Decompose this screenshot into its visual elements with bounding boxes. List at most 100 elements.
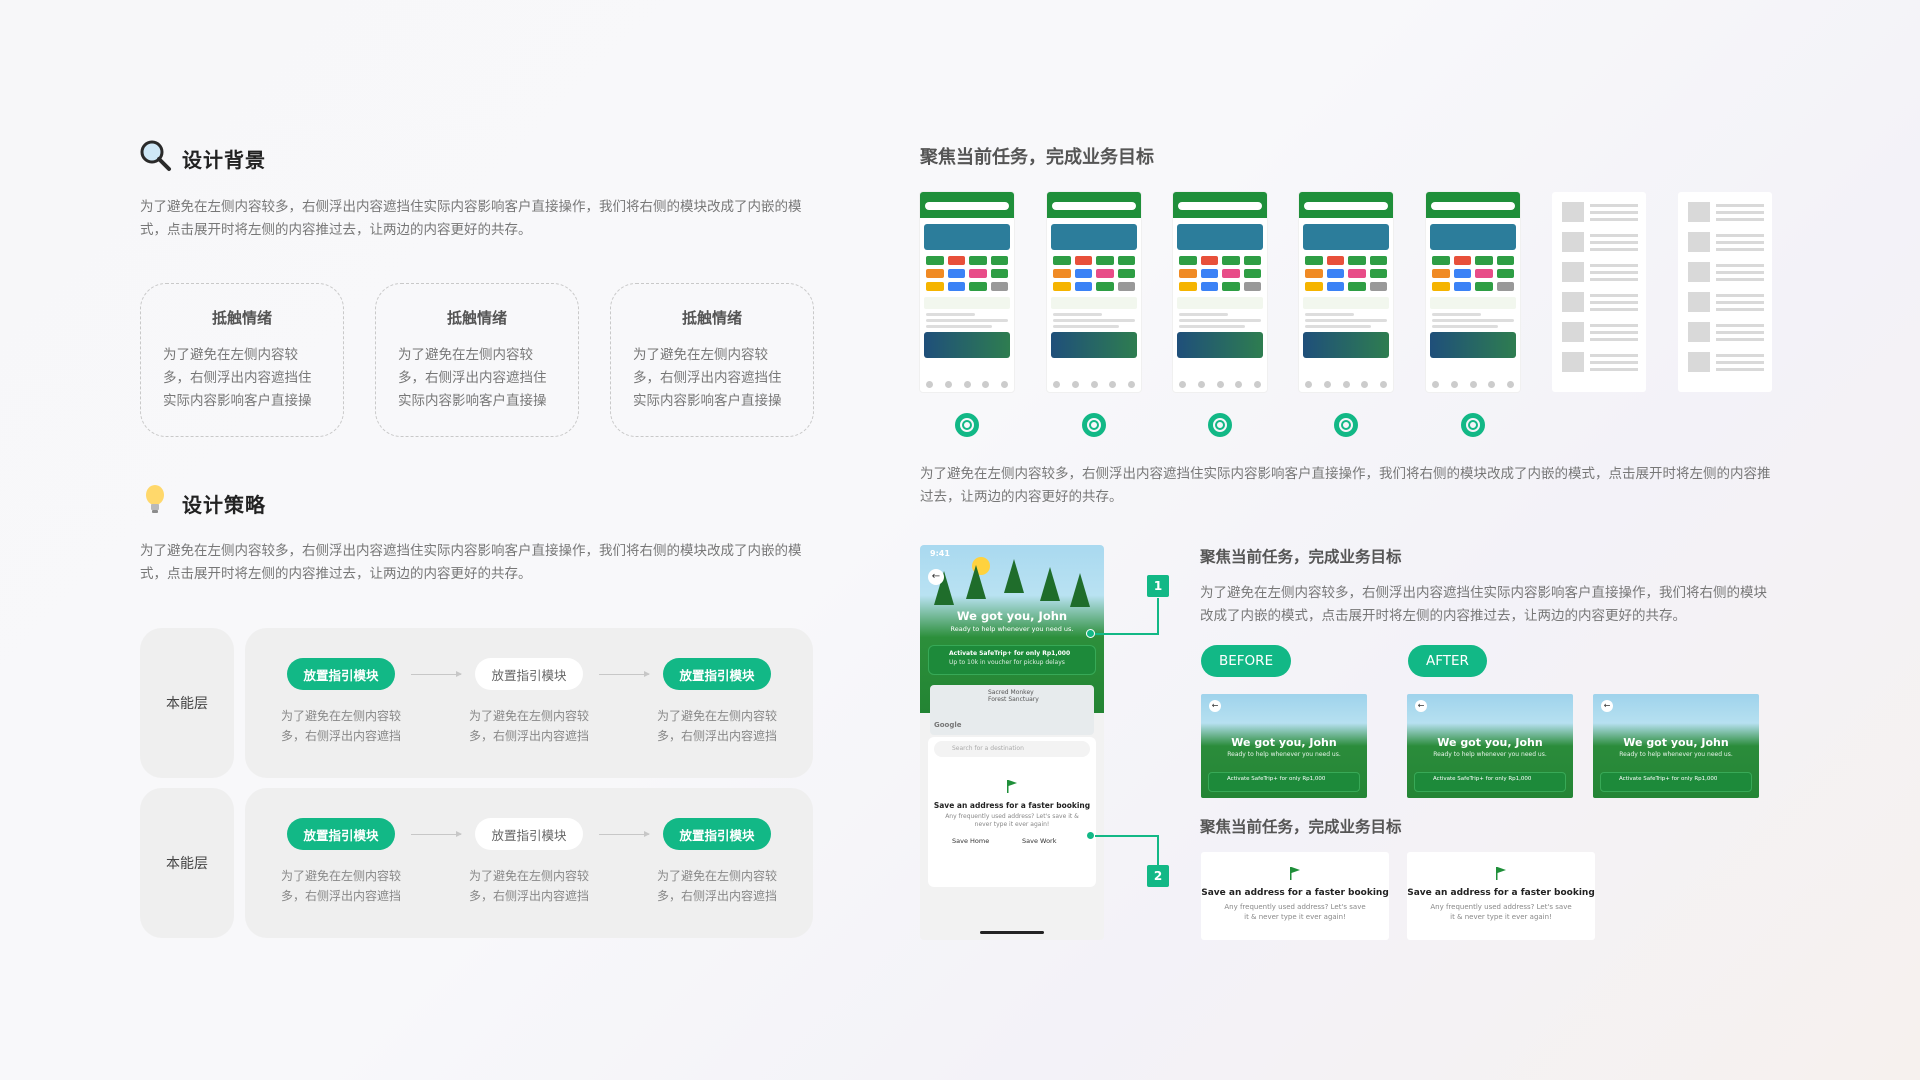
section-title-background: 设计背景	[182, 148, 266, 172]
step-desc: 为了避免在左侧内容较多，右侧浮出内容遮挡	[656, 869, 777, 903]
mini-title: We got you, John	[1231, 736, 1337, 749]
callout-dot	[1086, 629, 1095, 638]
phone-screen-thumbnail	[1426, 192, 1520, 392]
magnifier-icon	[140, 140, 171, 171]
step-pill[interactable]: 放置指引模块	[475, 818, 583, 850]
right-section-title: 聚焦当前任务，完成业务目标	[920, 147, 1154, 168]
save-work-button[interactable]: Save Work	[1022, 837, 1056, 845]
callout-line	[1095, 633, 1159, 635]
callout-badge: 1	[1147, 575, 1169, 597]
search-input[interactable]: Search for a destination	[934, 741, 1090, 757]
step-pill[interactable]: 放置指引模块	[663, 818, 771, 850]
layer-steps-row: 放置指引模块 放置指引模块 放置指引模块 为了避免在左侧内容较多，右侧浮出内容遮…	[245, 628, 813, 778]
save-address-title: Save an address for a faster booking	[933, 801, 1091, 810]
gojek-logo-icon	[955, 413, 979, 437]
mini-safetrip-banner: Activate SafeTrip+ for only Rp1,000	[1414, 772, 1566, 792]
save-address-card: Save an address for a faster booking Any…	[1201, 852, 1389, 940]
step-pill[interactable]: 放置指引模块	[475, 658, 583, 690]
gojek-logo-icon	[1082, 413, 1106, 437]
arrow-right-icon	[599, 831, 650, 837]
phone-screen-thumbnail	[920, 192, 1014, 392]
layer-label: 本能层	[140, 788, 234, 938]
gojek-logo-icon	[1461, 413, 1485, 437]
phone-screen-thumbnail	[1047, 192, 1141, 392]
map-brand: Google	[934, 721, 962, 729]
detail-title-2: 聚焦当前任务，完成业务目标	[1200, 818, 1402, 836]
step-desc: 为了避免在左侧内容较多，右侧浮出内容遮挡	[656, 709, 777, 743]
callout-badge: 2	[1147, 865, 1169, 887]
document-thumbnail	[1678, 192, 1772, 392]
mini-safetrip-banner: Activate SafeTrip+ for only Rp1,000	[1600, 772, 1752, 792]
map-label: Sacred Monkey Forest Sanctuary	[988, 689, 1039, 703]
lightbulb-icon	[146, 485, 164, 513]
phone-screen-thumbnail	[1173, 192, 1267, 392]
step-pill[interactable]: 放置指引模块	[663, 658, 771, 690]
safetrip-title: Activate SafeTrip+ for only Rp1,000	[949, 650, 1071, 657]
step-desc: 为了避免在左侧内容较多，右侧浮出内容遮挡	[280, 869, 401, 903]
callout-line	[1157, 835, 1159, 867]
back-arrow-icon: ←	[1209, 700, 1221, 712]
save-card-desc: Any frequently used address? Let's save …	[1224, 903, 1366, 921]
background-paragraph: 为了避免在左侧内容较多，右侧浮出内容遮挡住实际内容影响客户直接操作，我们将右侧的…	[140, 199, 802, 238]
pain-card-title: 抵触情绪	[211, 309, 272, 327]
save-address-desc: Any frequently used address? Let's save …	[945, 813, 1079, 828]
mini-title: We got you, John	[1437, 736, 1543, 749]
bottom-sheet: Search for a destination Save an address…	[928, 737, 1096, 887]
phone-mockup: 9:41 ← We got you, John Ready to help wh…	[920, 545, 1104, 940]
gojek-logo-icon	[1334, 413, 1358, 437]
arrow-right-icon	[411, 831, 462, 837]
arrow-right-icon	[599, 671, 650, 677]
pain-card-desc: 为了避免在左侧内容较多，右侧浮出内容遮挡住实际内容影响客户直接操	[163, 347, 312, 409]
mini-title: We got you, John	[1623, 736, 1729, 749]
pain-card-desc: 为了避免在左侧内容较多，右侧浮出内容遮挡住实际内容影响客户直接操	[633, 347, 782, 409]
back-arrow-icon: ←	[1601, 700, 1613, 712]
step-pill[interactable]: 放置指引模块	[287, 658, 395, 690]
mini-screen: ← We got you, John Ready to help whenever …	[1407, 694, 1573, 798]
mini-screen: ← We got you, John Ready to help whenever …	[1201, 694, 1367, 798]
phone-title: We got you, John	[956, 609, 1068, 623]
save-home-button[interactable]: Save Home	[952, 837, 989, 845]
status-time: 9:41	[930, 549, 950, 558]
gojek-logo-icon	[1208, 413, 1232, 437]
phone-subtitle: Ready to help whenever you need us.	[950, 625, 1074, 633]
mini-subtitle: Ready to help whenever you need us.	[1227, 751, 1341, 758]
back-arrow-icon: ←	[1415, 700, 1427, 712]
flag-icon	[1496, 867, 1506, 880]
flag-icon	[1290, 867, 1300, 880]
strategy-paragraph: 为了避免在左侧内容较多，右侧浮出内容遮挡住实际内容影响客户直接操作，我们将右侧的…	[140, 543, 802, 582]
safetrip-banner[interactable]: Activate SafeTrip+ for only Rp1,000 Up t…	[928, 645, 1096, 675]
step-desc: 为了避免在左侧内容较多，右侧浮出内容遮挡	[468, 709, 589, 743]
map-preview[interactable]: Sacred Monkey Forest Sanctuary Google	[930, 685, 1094, 735]
after-tag: AFTER	[1408, 645, 1487, 677]
mini-subtitle: Ready to help whenever you need us.	[1433, 751, 1547, 758]
arrow-right-icon	[411, 671, 462, 677]
save-address-card: Save an address for a faster booking Any…	[1407, 852, 1595, 940]
back-arrow-icon[interactable]: ←	[928, 569, 944, 585]
pain-card: 抵触情绪 为了避免在左侧内容较多，右侧浮出内容遮挡住实际内容影响客户直接操	[610, 283, 814, 437]
save-card-title: Save an address for a faster booking	[1201, 888, 1389, 898]
callout-dot	[1086, 831, 1095, 840]
phone-screen-thumbnail	[1299, 192, 1393, 392]
layer-steps-row: 放置指引模块 放置指引模块 放置指引模块 为了避免在左侧内容较多，右侧浮出内容遮…	[245, 788, 813, 938]
pain-card: 抵触情绪 为了避免在左侧内容较多，右侧浮出内容遮挡住实际内容影响客户直接操	[140, 283, 344, 437]
layer-label: 本能层	[140, 628, 234, 778]
save-card-desc: Any frequently used address? Let's save …	[1430, 903, 1572, 921]
section-title-strategy: 设计策略	[182, 493, 266, 517]
step-desc: 为了避免在左侧内容较多，右侧浮出内容遮挡	[280, 709, 401, 743]
pain-card-title: 抵触情绪	[446, 309, 507, 327]
mini-safetrip-banner: Activate SafeTrip+ for only Rp1,000	[1208, 772, 1360, 792]
pain-card: 抵触情绪 为了避免在左侧内容较多，右侧浮出内容遮挡住实际内容影响客户直接操	[375, 283, 579, 437]
callout-line	[1157, 598, 1159, 635]
detail-paragraph: 为了避免在左侧内容较多，右侧浮出内容遮挡住实际内容影响客户直接操作，我们将右侧的…	[1200, 585, 1767, 624]
callout-line	[1095, 835, 1159, 837]
home-indicator	[980, 931, 1044, 934]
before-tag: BEFORE	[1201, 645, 1292, 677]
step-pill[interactable]: 放置指引模块	[287, 818, 395, 850]
mini-screen: ← We got you, John Ready to help whenever …	[1593, 694, 1759, 798]
pain-card-desc: 为了避免在左侧内容较多，右侧浮出内容遮挡住实际内容影响客户直接操	[398, 347, 547, 409]
step-desc: 为了避免在左侧内容较多，右侧浮出内容遮挡	[468, 869, 589, 903]
document-thumbnail	[1552, 192, 1646, 392]
save-card-title: Save an address for a faster booking	[1407, 888, 1595, 898]
flag-icon	[1007, 780, 1017, 793]
pain-card-title: 抵触情绪	[681, 309, 742, 327]
